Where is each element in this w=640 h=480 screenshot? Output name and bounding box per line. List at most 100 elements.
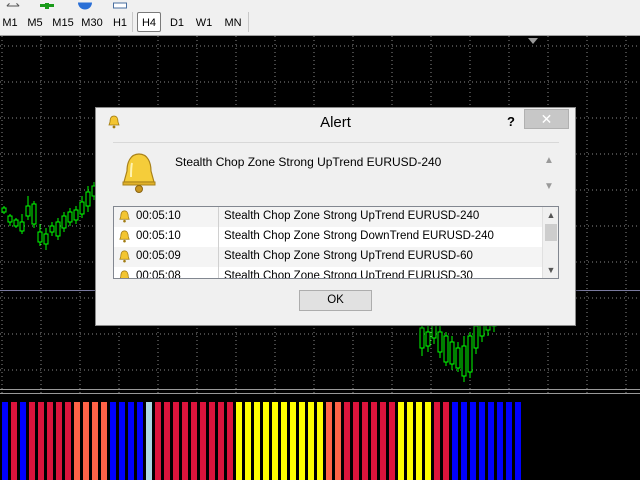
chop-zone-bar xyxy=(254,402,260,480)
alert-history-list[interactable]: 00:05:10 Stealth Chop Zone Strong UpTrend… xyxy=(113,206,559,279)
scroll-down-icon[interactable]: ▼ xyxy=(543,181,555,193)
close-icon: ✕ xyxy=(540,111,553,127)
chop-zone-bar xyxy=(497,402,503,480)
chop-zone-bar xyxy=(263,402,269,480)
timeframe-button-m5[interactable]: M5 xyxy=(23,12,47,32)
alert-row[interactable]: 00:05:10 Stealth Chop Zone Strong UpTrend… xyxy=(114,207,542,227)
chop-zone-bar xyxy=(344,402,350,480)
chop-zone-bar xyxy=(47,402,53,480)
globe-icon[interactable] xyxy=(78,0,92,12)
timeframe-button-m15[interactable]: M15 xyxy=(51,12,75,32)
arrows-icon[interactable] xyxy=(6,0,20,12)
close-button[interactable]: ✕ xyxy=(524,109,569,129)
ok-button[interactable]: OK xyxy=(299,290,372,311)
chop-zone-bar xyxy=(83,402,89,480)
chop-zone-bar xyxy=(209,402,215,480)
timeframe-button-h4[interactable]: H4 xyxy=(137,12,161,32)
bell-icon xyxy=(119,250,130,263)
timeframe-button-d1[interactable]: D1 xyxy=(165,12,189,32)
list-scrollbar[interactable]: ▲ ▼ xyxy=(542,207,558,278)
chop-zone-bar xyxy=(452,402,458,480)
candle-body xyxy=(73,209,79,221)
toolbar-separator xyxy=(248,12,249,32)
timeframe-button-m30[interactable]: M30 xyxy=(79,12,105,32)
toolbar-separator xyxy=(132,12,133,32)
timeframe-button-h1[interactable]: H1 xyxy=(109,12,131,32)
chop-zone-bar xyxy=(326,402,332,480)
chop-zone-bar xyxy=(155,402,161,480)
scroll-up-icon[interactable]: ▲ xyxy=(543,155,555,167)
bell-icon xyxy=(119,210,130,223)
chop-zone-bar xyxy=(290,402,296,480)
current-alert-message: Stealth Chop Zone Strong UpTrend EURUSD-… xyxy=(113,142,559,200)
chop-zone-bar xyxy=(308,402,314,480)
chop-zone-bar xyxy=(479,402,485,480)
alert-text: Stealth Chop Zone Strong UpTrend EURUSD-… xyxy=(224,270,473,279)
chop-zone-bar xyxy=(416,402,422,480)
chop-zone-bar xyxy=(380,402,386,480)
chop-zone-bar xyxy=(119,402,125,480)
help-button[interactable]: ? xyxy=(501,112,521,132)
chop-zone-bar xyxy=(164,402,170,480)
chop-zone-bar xyxy=(110,402,116,480)
list-scroll-up-icon[interactable]: ▲ xyxy=(543,207,558,223)
timeframe-toolbar: M1 M5 M15 M30 H1 H4 D1 W1 MN xyxy=(0,0,640,36)
chop-zone-bar xyxy=(65,402,71,480)
chop-zone-bar xyxy=(245,402,251,480)
candle-body xyxy=(449,341,455,365)
alert-text: Stealth Chop Zone Strong UpTrend EURUSD-… xyxy=(224,210,480,222)
chop-zone-bar xyxy=(20,402,26,480)
chop-zone-bar xyxy=(236,402,242,480)
candle-body xyxy=(55,221,61,237)
alert-time: 00:05:10 xyxy=(136,230,181,242)
shift-marker-icon xyxy=(528,38,538,44)
large-bell-icon xyxy=(122,153,156,193)
candle-body xyxy=(43,233,49,245)
chop-zone-bar xyxy=(29,402,35,480)
chop-zone-bar xyxy=(434,402,440,480)
candle-body xyxy=(1,207,7,213)
candle-body xyxy=(425,331,431,347)
candle-body xyxy=(67,211,73,223)
scrollbar-thumb[interactable] xyxy=(545,224,557,241)
chop-zone-bar xyxy=(299,402,305,480)
timeframe-button-m1[interactable]: M1 xyxy=(1,12,19,32)
candle-body xyxy=(79,201,85,215)
chop-zone-bar xyxy=(200,402,206,480)
chop-zone-bar xyxy=(218,402,224,480)
alert-text: Stealth Chop Zone Strong DownTrend EURUS… xyxy=(224,230,494,242)
list-scroll-down-icon[interactable]: ▼ xyxy=(543,262,558,278)
candle-body xyxy=(25,205,31,217)
chop-zone-indicator[interactable] xyxy=(0,396,640,480)
chop-zone-bar xyxy=(137,402,143,480)
document-icon[interactable] xyxy=(113,0,127,12)
chop-zone-bar xyxy=(11,402,17,480)
candle-body xyxy=(455,347,461,369)
candle-body xyxy=(431,323,437,339)
alert-message-text: Stealth Chop Zone Strong UpTrend EURUSD-… xyxy=(175,155,442,169)
dialog-titlebar[interactable]: Alert ? ✕ xyxy=(96,108,575,138)
candle-body xyxy=(437,331,443,353)
new-order-icon[interactable] xyxy=(40,0,54,12)
subwindow-separator[interactable] xyxy=(0,389,640,390)
chop-zone-bar xyxy=(470,402,476,480)
candle-body xyxy=(473,325,479,349)
chop-zone-bar xyxy=(182,402,188,480)
candle-body xyxy=(443,335,449,363)
timeframe-button-mn[interactable]: MN xyxy=(220,12,246,32)
alert-row[interactable]: 00:05:09 Stealth Chop Zone Strong UpTrend… xyxy=(114,247,542,267)
terminal-window: M1 M5 M15 M30 H1 H4 D1 W1 MN Alert ? ✕ S… xyxy=(0,0,640,480)
alert-time: 00:05:10 xyxy=(136,210,181,222)
message-scrollbar[interactable]: ▲ ▼ xyxy=(543,155,555,199)
chop-zone-bar xyxy=(443,402,449,480)
main-toolbar-strip xyxy=(0,0,640,10)
chop-zone-bar xyxy=(317,402,323,480)
candle-body xyxy=(7,215,13,223)
alert-time: 00:05:09 xyxy=(136,250,181,262)
timeframe-button-w1[interactable]: W1 xyxy=(193,12,215,32)
column-divider xyxy=(218,267,219,278)
chop-zone-bar xyxy=(488,402,494,480)
alert-dialog: Alert ? ✕ Stealth Chop Zone Strong UpTre… xyxy=(95,107,576,326)
alert-row[interactable]: 00:05:10 Stealth Chop Zone Strong DownTre… xyxy=(114,227,542,247)
alert-row[interactable]: 00:05:08 Stealth Chop Zone Strong UpTrend… xyxy=(114,267,542,279)
